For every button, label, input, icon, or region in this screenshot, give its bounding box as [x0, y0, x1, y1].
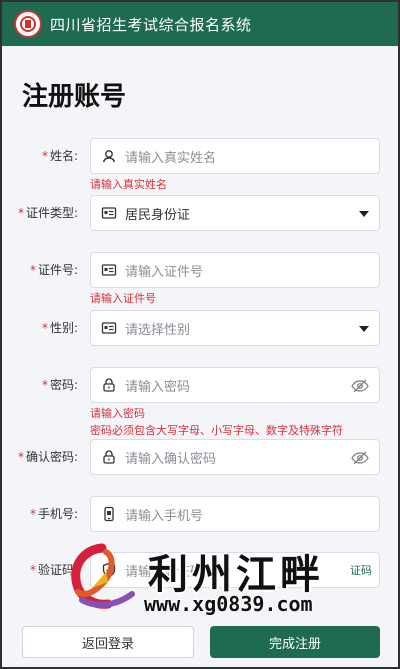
header-bar: 四川省招生考试综合报名系统 [2, 2, 398, 46]
password-row: * 密码: 请输入密码 [2, 367, 398, 403]
confirm-password-label: * 确认密码: [17, 450, 78, 464]
id-type-row: * 证件类型: 居民身份证 [2, 195, 398, 231]
phone-icon [104, 506, 114, 522]
password-error: 请输入密码 [90, 407, 145, 420]
confirm-password-field[interactable]: 请输入确认密码 [90, 439, 380, 475]
watermark-url: www.xg0839.com [144, 592, 313, 616]
id-number-label: * 证件号: [29, 263, 78, 277]
chevron-down-icon[interactable] [359, 211, 369, 217]
password-field[interactable]: 请输入密码 [90, 367, 380, 403]
password-input[interactable]: 请输入密码 [125, 376, 379, 395]
gender-select[interactable]: 请选择性别 [90, 310, 380, 346]
eye-off-icon[interactable] [351, 450, 369, 466]
phone-label: * 手机号: [29, 507, 78, 521]
name-row: * 姓名: 请输入真实姓名 [2, 138, 398, 174]
name-label: * 姓名: [41, 149, 78, 163]
gender-row: * 性别: 请选择性别 [2, 310, 398, 346]
gender-placeholder: 请选择性别 [125, 322, 191, 338]
id-number-field[interactable]: 请输入证件号 [90, 252, 380, 288]
name-error: 请输入真实姓名 [90, 178, 167, 191]
submit-register-button[interactable]: 完成注册 [210, 626, 380, 658]
lock-icon [103, 450, 115, 464]
page-title: 注册账号 [22, 82, 127, 112]
phone-row: * 手机号: 请输入手机号 [2, 496, 398, 532]
id-card-icon [101, 264, 117, 276]
id-card-icon [101, 207, 117, 219]
confirm-password-input[interactable]: 请输入确认密码 [125, 448, 379, 467]
id-number-row: * 证件号: 请输入证件号 [2, 252, 398, 288]
logo-icon [14, 10, 42, 38]
phone-input[interactable]: 请输入手机号 [125, 505, 379, 524]
confirm-password-row: * 确认密码: 请输入确认密码 [2, 439, 398, 475]
back-to-login-button[interactable]: 返回登录 [22, 626, 194, 658]
watermark-emblem-icon [71, 543, 135, 609]
name-field[interactable]: 请输入真实姓名 [90, 138, 380, 174]
eye-off-icon[interactable] [351, 378, 369, 394]
user-icon [102, 150, 116, 163]
id-number-input[interactable]: 请输入证件号 [125, 261, 379, 280]
lock-icon [103, 378, 115, 392]
id-card-icon [101, 322, 117, 334]
password-label: * 密码: [41, 378, 78, 392]
id-type-value: 居民身份证 [125, 207, 191, 223]
id-type-select[interactable]: 居民身份证 [90, 195, 380, 231]
id-type-label: * 证件类型: [17, 206, 78, 220]
chevron-down-icon[interactable] [359, 326, 369, 332]
id-number-error: 请输入证件号 [90, 292, 156, 305]
gender-label: * 性别: [41, 321, 78, 335]
header-title: 四川省招生考试综合报名系统 [50, 15, 252, 34]
app-frame: 四川省招生考试综合报名系统 注册账号 * 姓名: 请输入真实姓名 请输入真实姓名 … [0, 0, 400, 669]
phone-field[interactable]: 请输入手机号 [90, 496, 380, 532]
password-hint: 密码必须包含大写字母、小写字母、数字及特殊字符 [90, 424, 343, 437]
watermark: 利州江畔 www.xg0839.com [62, 542, 362, 616]
name-input[interactable]: 请输入真实姓名 [125, 147, 379, 166]
